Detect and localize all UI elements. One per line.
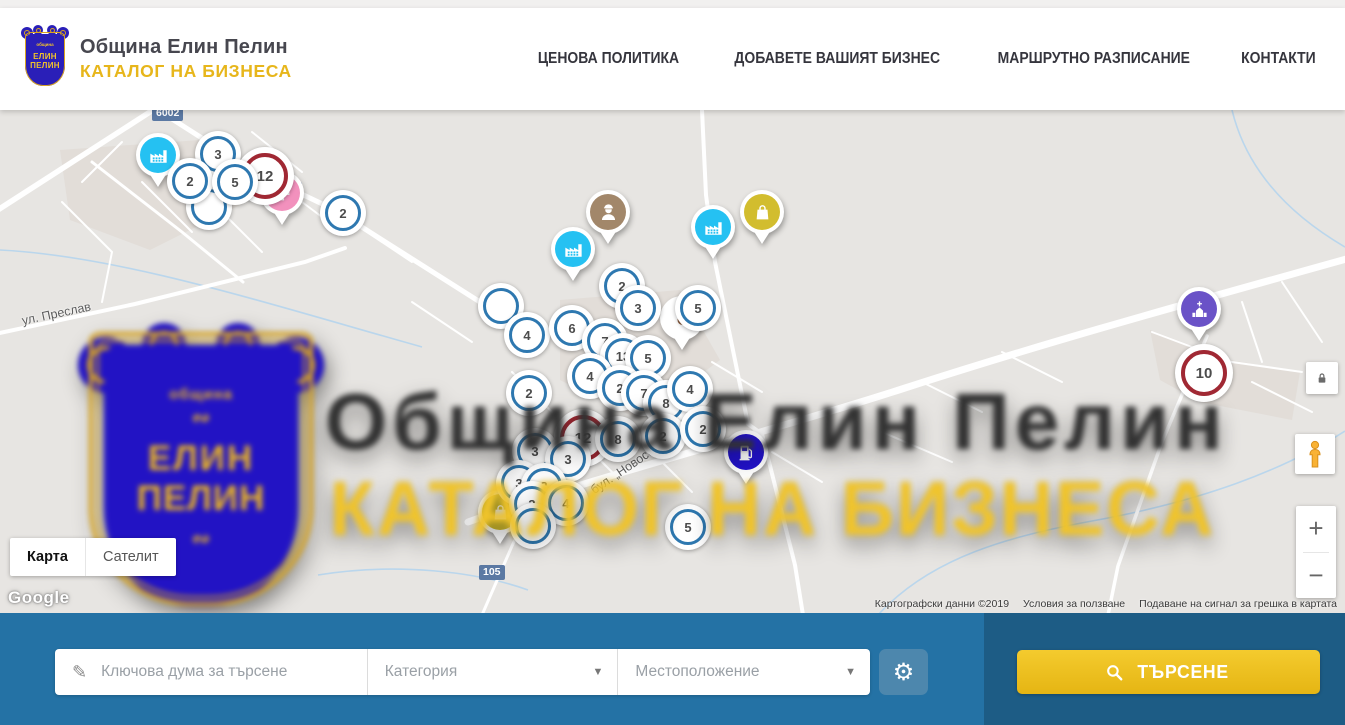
attribution-data: Картографски данни ©2019 (875, 598, 1009, 610)
chevron-down-icon: ▼ (593, 666, 604, 678)
nav-bus-schedule[interactable]: МАРШРУТНО РАЗПИСАНИЕ (998, 50, 1190, 68)
crest-name-line2: ПЕЛИН (22, 62, 68, 70)
map-cluster[interactable]: 2 (167, 158, 213, 204)
map-cluster[interactable]: 5 (675, 285, 721, 331)
zoom-in-button[interactable]: + (1296, 506, 1336, 552)
advanced-settings-button[interactable]: ⚙ (879, 649, 928, 695)
factory-pin[interactable] (691, 205, 735, 263)
terms-link[interactable]: Условия за ползване (1023, 598, 1125, 610)
map-attribution: Картографски данни ©2019 Условия за полз… (875, 598, 1337, 610)
zoom-control: + − (1296, 506, 1336, 598)
nav-add-business[interactable]: ДОБАВЕТЕ ВАШИЯТ БИЗНЕС (734, 50, 940, 68)
keyword-field: ✎ (55, 649, 367, 695)
municipality-crest-icon: община ЕЛИН ПЕЛИН (22, 29, 68, 89)
nav-pricing[interactable]: ЦЕНОВА ПОЛИТИКА (538, 50, 679, 68)
main-nav: ЦЕНОВА ПОЛИТИКА ДОБАВЕТЕ ВАШИЯТ БИЗНЕС М… (530, 50, 1320, 68)
map-cluster[interactable]: 3 (615, 285, 661, 331)
search-icon (1105, 663, 1124, 682)
map-cluster[interactable]: 2 (506, 370, 552, 416)
pencil-icon: ✎ (72, 662, 87, 683)
page: община ЕЛИН ПЕЛИН Община Елин Пелин КАТА… (0, 0, 1345, 725)
map-cluster[interactable]: 10 (1175, 344, 1233, 402)
search-fields: ✎ Категория ▼ Местоположение ▼ (55, 649, 870, 695)
map-cluster[interactable]: 4 (504, 312, 550, 358)
map-cluster[interactable]: 8 (595, 416, 641, 462)
category-placeholder: Категория (385, 663, 457, 681)
nav-contacts[interactable]: КОНТАКТИ (1241, 50, 1316, 68)
location-select[interactable]: Местоположение ▼ (618, 649, 870, 695)
lock-control[interactable] (1306, 362, 1338, 394)
report-error-link[interactable]: Подаване на сигнал за грешка в картата (1139, 598, 1337, 610)
category-select[interactable]: Категория ▼ (368, 649, 618, 695)
factory-pin[interactable] (551, 227, 595, 285)
chevron-down-icon: ▼ (845, 666, 856, 678)
church-pin[interactable] (1177, 287, 1221, 345)
search-bar: ✎ Категория ▼ Местоположение ▼ ⚙ ТЪРСЕНЕ (0, 613, 1345, 725)
street-view-pegman[interactable] (1295, 434, 1335, 474)
search-button-label: ТЪРСЕНЕ (1138, 661, 1229, 683)
map-cluster[interactable]: 2 (640, 413, 686, 459)
map-cluster[interactable]: 5 (212, 159, 258, 205)
map-cluster[interactable]: 2 (320, 190, 366, 236)
map-canvas[interactable]: 60023105ул. Преславбул. „Новоселци“ци“ 3… (0, 110, 1345, 613)
fuel-pin[interactable] (724, 430, 768, 488)
map-type-control: Карта Сателит (10, 538, 176, 576)
zoom-out-button[interactable]: − (1296, 553, 1336, 599)
crest-top-text: община (22, 43, 68, 48)
map-type-map-button[interactable]: Карта (10, 538, 85, 576)
bag-pin[interactable] (740, 190, 784, 248)
gear-icon: ⚙ (893, 658, 915, 687)
pegman-icon (1303, 440, 1327, 468)
site-subtitle: КАТАЛОГ НА БИЗНЕСА (80, 61, 292, 82)
map-cluster[interactable]: 4 (667, 366, 713, 412)
map-markers-layer: 32125223546713542278422128333834510 (0, 110, 1345, 613)
map-cluster[interactable]: 5 (665, 504, 711, 550)
google-logo[interactable]: Google (8, 588, 70, 608)
crest-name-line1: ЕЛИН (22, 53, 68, 61)
site-title: Община Елин Пелин (80, 36, 292, 59)
map-cluster[interactable] (510, 503, 556, 549)
header: община ЕЛИН ПЕЛИН Община Елин Пелин КАТА… (0, 8, 1345, 110)
map-cluster[interactable]: 2 (680, 406, 726, 452)
lock-icon (1314, 370, 1330, 386)
map-type-satellite-button[interactable]: Сателит (85, 538, 176, 576)
location-placeholder: Местоположение (635, 663, 759, 681)
search-button[interactable]: ТЪРСЕНЕ (1017, 650, 1320, 694)
keyword-input[interactable] (99, 662, 367, 682)
site-logo[interactable]: община ЕЛИН ПЕЛИН Община Елин Пелин КАТА… (22, 29, 292, 89)
